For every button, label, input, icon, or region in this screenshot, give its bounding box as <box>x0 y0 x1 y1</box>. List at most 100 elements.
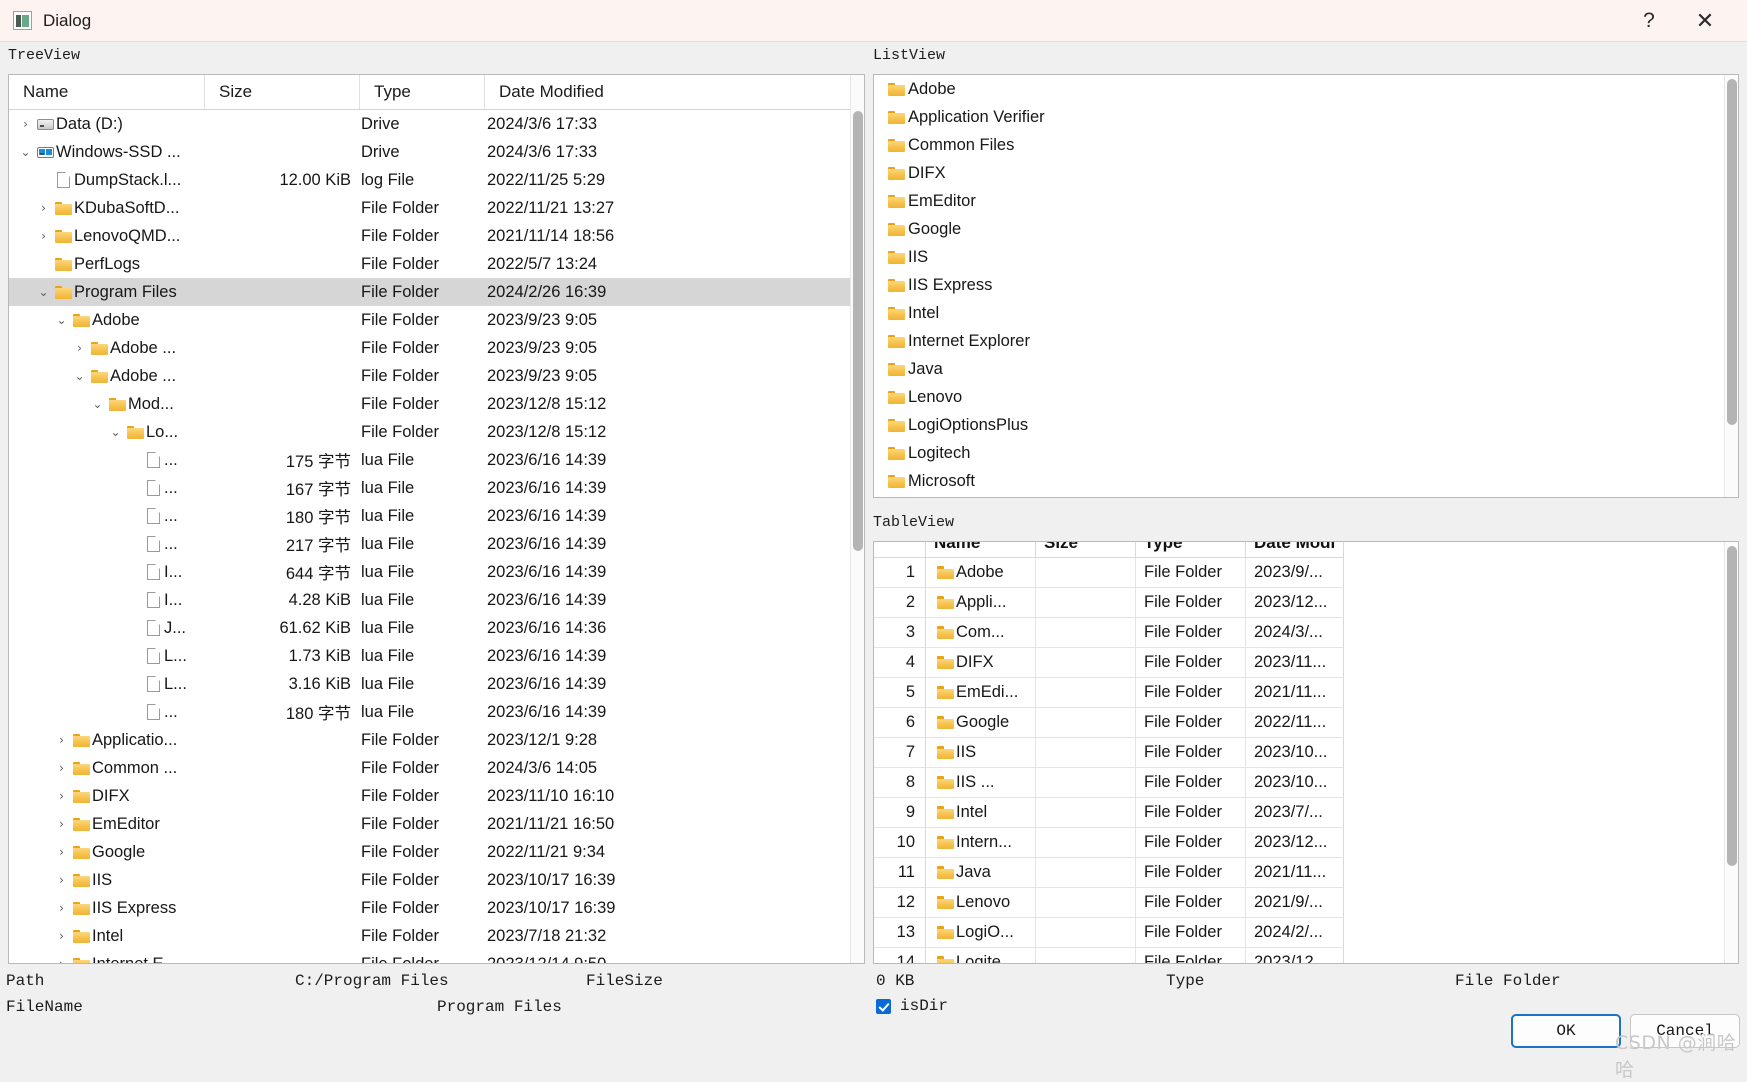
treeview-row[interactable]: ⌄ Adobe File Folder 2023/9/23 9:05 <box>9 306 864 334</box>
treeview-row[interactable]: ⌄ Lo... File Folder 2023/12/8 15:12 <box>9 418 864 446</box>
table-row-name[interactable]: IIS ... <box>926 768 1036 798</box>
table-column-header-name[interactable]: Name <box>926 542 1036 558</box>
treeview-row[interactable]: › L... 1.73 KiB lua File 2023/6/16 14:39 <box>9 642 864 670</box>
listview-item[interactable]: DIFX <box>874 159 1738 187</box>
treeview-row[interactable]: › Internet E... File Folder 2023/12/14 9:50 <box>9 950 864 963</box>
treeview-row[interactable]: › Data (D:) Drive 2024/3/6 17:33 <box>9 110 864 138</box>
treeview-row[interactable]: › L... 3.16 KiB lua File 2023/6/16 14:39 <box>9 670 864 698</box>
treeview-row[interactable]: › DumpStack.l... 12.00 KiB log File 2022/11/… <box>9 166 864 194</box>
treeview-row[interactable]: › PerfLogs File Folder 2022/5/7 13:24 <box>9 250 864 278</box>
tree-expander-icon[interactable]: › <box>53 817 70 831</box>
table-row-name[interactable]: Com... <box>926 618 1036 648</box>
ok-button[interactable]: OK <box>1511 1014 1621 1048</box>
table-row[interactable]: 1 Adobe File Folder 2023/9/... <box>874 558 1726 588</box>
treeview-row[interactable]: ⌄ Mod... File Folder 2023/12/8 15:12 <box>9 390 864 418</box>
table-row-name[interactable]: IIS <box>926 738 1036 768</box>
tree-expander-icon[interactable]: › <box>71 341 88 355</box>
treeview-row[interactable]: ›... 167 字节 lua File 2023/6/16 14:39 <box>9 474 864 502</box>
tree-expander-icon[interactable]: › <box>35 229 52 243</box>
table-row-name[interactable]: EmEdi... <box>926 678 1036 708</box>
treeview-body[interactable]: › Data (D:) Drive 2024/3/6 17:33 ⌄ Windows-SS… <box>9 110 864 963</box>
listview-item[interactable]: IIS Express <box>874 271 1738 299</box>
tree-expander-icon[interactable]: ⌄ <box>53 313 70 327</box>
column-header-name[interactable]: Name <box>9 75 205 109</box>
listview-item[interactable]: Google <box>874 215 1738 243</box>
tableview-panel[interactable]: Name Size Type Date Modi 1 Adobe File Fold… <box>873 541 1739 964</box>
listview-scrollbar[interactable] <box>1724 75 1738 497</box>
table-row[interactable]: 12 Lenovo File Folder 2021/9/... <box>874 888 1726 918</box>
tree-expander-icon[interactable]: ⌄ <box>71 369 88 383</box>
treeview-row[interactable]: › Common ... File Folder 2024/3/6 14:05 <box>9 754 864 782</box>
listview-item[interactable]: Java <box>874 355 1738 383</box>
treeview-row[interactable]: › KDubaSoftD... File Folder 2022/11/21 13:2… <box>9 194 864 222</box>
help-icon[interactable]: ? <box>1621 0 1677 42</box>
treeview-row[interactable]: ›... 175 字节 lua File 2023/6/16 14:39 <box>9 446 864 474</box>
treeview-scrollbar[interactable] <box>850 75 864 963</box>
table-column-header-size[interactable]: Size <box>1036 542 1136 558</box>
tree-expander-icon[interactable]: › <box>35 201 52 215</box>
table-row[interactable]: 11 Java File Folder 2021/11... <box>874 858 1726 888</box>
treeview-row[interactable]: › DIFX File Folder 2023/11/10 16:10 <box>9 782 864 810</box>
treeview-row[interactable]: ⌄ Program Files File Folder 2024/2/26 16:39 <box>9 278 864 306</box>
tree-expander-icon[interactable]: › <box>53 761 70 775</box>
table-column-header-type[interactable]: Type <box>1136 542 1246 558</box>
listview-body[interactable]: Adobe Application Verifier Common Files DIF… <box>874 75 1738 495</box>
table-row-name[interactable]: LogiO... <box>926 918 1036 948</box>
table-row-name[interactable]: Appli... <box>926 588 1036 618</box>
listview-item[interactable]: Lenovo <box>874 383 1738 411</box>
column-header-date-modified[interactable]: Date Modified <box>485 75 864 109</box>
treeview-row[interactable]: › LenovoQMD... File Folder 2021/11/14 18:56 <box>9 222 864 250</box>
isdir-checkbox[interactable] <box>876 998 891 1014</box>
treeview-row[interactable]: ›... 180 字节 lua File 2023/6/16 14:39 <box>9 502 864 530</box>
table-row[interactable]: 7 IIS File Folder 2023/10... <box>874 738 1726 768</box>
table-row-name[interactable]: Intel <box>926 798 1036 828</box>
listview-item[interactable]: Adobe <box>874 75 1738 103</box>
tableview-scrollbar[interactable] <box>1724 542 1738 963</box>
tableview-body[interactable]: 1 Adobe File Folder 2023/9/... 2 Appli... File… <box>874 558 1726 963</box>
table-row[interactable]: 9 Intel File Folder 2023/7/... <box>874 798 1726 828</box>
close-icon[interactable]: ✕ <box>1677 0 1733 42</box>
treeview-scrollbar-thumb[interactable] <box>853 111 863 551</box>
table-row-name[interactable]: Java <box>926 858 1036 888</box>
cancel-button[interactable]: Cancel <box>1630 1014 1740 1048</box>
table-row[interactable]: 6 Google File Folder 2022/11... <box>874 708 1726 738</box>
tree-expander-icon[interactable]: › <box>17 117 34 131</box>
tableview-scrollbar-thumb[interactable] <box>1727 546 1737 866</box>
table-column-header-index[interactable] <box>874 542 926 558</box>
table-row[interactable]: 8 IIS ... File Folder 2023/10... <box>874 768 1726 798</box>
treeview-row[interactable]: ›... 217 字节 lua File 2023/6/16 14:39 <box>9 530 864 558</box>
table-row-name[interactable]: Lenovo <box>926 888 1036 918</box>
table-row-name[interactable]: Intern... <box>926 828 1036 858</box>
table-column-header-date[interactable]: Date Modi <box>1246 542 1344 558</box>
tree-expander-icon[interactable]: ⌄ <box>35 285 52 299</box>
listview-item[interactable]: Internet Explorer <box>874 327 1738 355</box>
isdir-checkbox-group[interactable]: isDir <box>876 997 948 1015</box>
tree-expander-icon[interactable]: › <box>53 789 70 803</box>
treeview-row[interactable]: ›... 180 字节 lua File 2023/6/16 14:39 <box>9 698 864 726</box>
table-row[interactable]: 5 EmEdi... File Folder 2021/11... <box>874 678 1726 708</box>
treeview-row[interactable]: › Applicatio... File Folder 2023/12/1 9:28 <box>9 726 864 754</box>
treeview-row[interactable]: › IIS Express File Folder 2023/10/17 16:39 <box>9 894 864 922</box>
listview-item[interactable]: IIS <box>874 243 1738 271</box>
tree-expander-icon[interactable]: › <box>53 901 70 915</box>
table-row-name[interactable]: Logite... <box>926 948 1036 963</box>
treeview-row[interactable]: › I... 4.28 KiB lua File 2023/6/16 14:39 <box>9 586 864 614</box>
column-header-size[interactable]: Size <box>205 75 360 109</box>
treeview-panel[interactable]: Name Size Type Date Modified › Data (D:) D… <box>8 74 865 964</box>
treeview-row[interactable]: ⌄ Adobe ... File Folder 2023/9/23 9:05 <box>9 362 864 390</box>
treeview-row[interactable]: › I... 644 字节 lua File 2023/6/16 14:39 <box>9 558 864 586</box>
table-row[interactable]: 14 Logite... File Folder 2023/12... <box>874 948 1726 963</box>
treeview-row[interactable]: › Adobe ... File Folder 2023/9/23 9:05 <box>9 334 864 362</box>
listview-item[interactable]: Intel <box>874 299 1738 327</box>
listview-item[interactable]: Common Files <box>874 131 1738 159</box>
tree-expander-icon[interactable]: ⌄ <box>17 145 34 159</box>
column-header-type[interactable]: Type <box>360 75 485 109</box>
listview-item[interactable]: Application Verifier <box>874 103 1738 131</box>
tree-expander-icon[interactable]: › <box>53 845 70 859</box>
listview-scrollbar-thumb[interactable] <box>1727 79 1737 425</box>
table-row[interactable]: 10 Intern... File Folder 2023/12... <box>874 828 1726 858</box>
treeview-row[interactable]: › Intel File Folder 2023/7/18 21:32 <box>9 922 864 950</box>
tree-expander-icon[interactable]: › <box>53 733 70 747</box>
tree-expander-icon[interactable]: ⌄ <box>89 397 106 411</box>
table-row[interactable]: 13 LogiO... File Folder 2024/2/... <box>874 918 1726 948</box>
